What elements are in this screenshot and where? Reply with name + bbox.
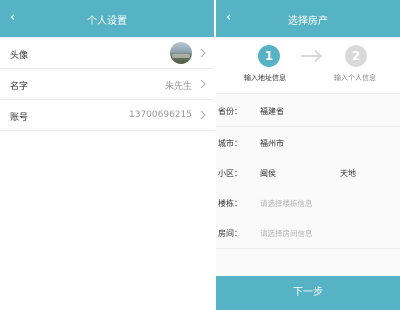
chevron-right-icon [200, 110, 206, 120]
redacted-text [286, 167, 336, 179]
province-label: 省份： [218, 107, 242, 116]
room-label: 房间： [218, 229, 242, 238]
name-label: 名字 [10, 82, 29, 92]
province-value: 福建省 [260, 107, 284, 116]
city-field[interactable]: 城市： 福州市 [216, 128, 400, 159]
name-value: 朱先生 [164, 82, 192, 92]
avatar [170, 42, 192, 64]
page-title: 选择房产 [288, 16, 328, 27]
building-placeholder: 请选择楼栋信息 [260, 199, 313, 208]
account-row[interactable]: 账号 13700696215 [0, 100, 214, 131]
chevron-right-icon [200, 48, 206, 58]
province-field[interactable]: 省份： 福建省 [216, 96, 400, 127]
avatar-label: 头像 [10, 51, 29, 61]
account-value: 13700696215 [129, 110, 192, 120]
room-field[interactable]: 房间： 请选择房间信息 [216, 218, 400, 249]
name-row[interactable]: 名字 朱先生 [0, 69, 214, 100]
arrow-right-icon [301, 50, 323, 62]
step-number: 2 [345, 45, 367, 67]
community-field[interactable]: 小区： 闽侯 天地 [216, 158, 400, 189]
community-label: 小区： [218, 169, 242, 178]
room-placeholder: 请选择房间信息 [260, 229, 313, 238]
step-indicator: 1 输入地址信息 2 输入个人信息 [216, 37, 400, 94]
step-number: 1 [258, 45, 280, 67]
profile-settings-screen: ‹ 个人设置 头像 名字 朱先生 账号 13700696215 [0, 0, 214, 310]
building-field[interactable]: 楼栋： 请选择楼栋信息 [216, 188, 400, 219]
building-label: 楼栋： [218, 199, 242, 208]
city-label: 城市： [218, 139, 242, 148]
step-label: 输入地址信息 [244, 74, 286, 82]
profile-header: ‹ 个人设置 [0, 0, 214, 37]
property-header: ‹ 选择房产 [216, 0, 400, 37]
community-value: 闽侯 [260, 169, 276, 178]
step-label: 输入个人信息 [334, 74, 376, 82]
city-value: 福州市 [260, 139, 284, 148]
community-value-suffix: 天地 [340, 169, 356, 178]
avatar-row[interactable]: 头像 [0, 38, 214, 69]
account-label: 账号 [10, 113, 29, 123]
chevron-right-icon [200, 79, 206, 89]
page-title: 个人设置 [87, 16, 127, 27]
select-property-screen: ‹ 选择房产 1 输入地址信息 2 输入个人信息 省份： 福建省 城市： 福州市… [216, 0, 400, 310]
next-step-button[interactable]: 下一步 [216, 276, 400, 310]
